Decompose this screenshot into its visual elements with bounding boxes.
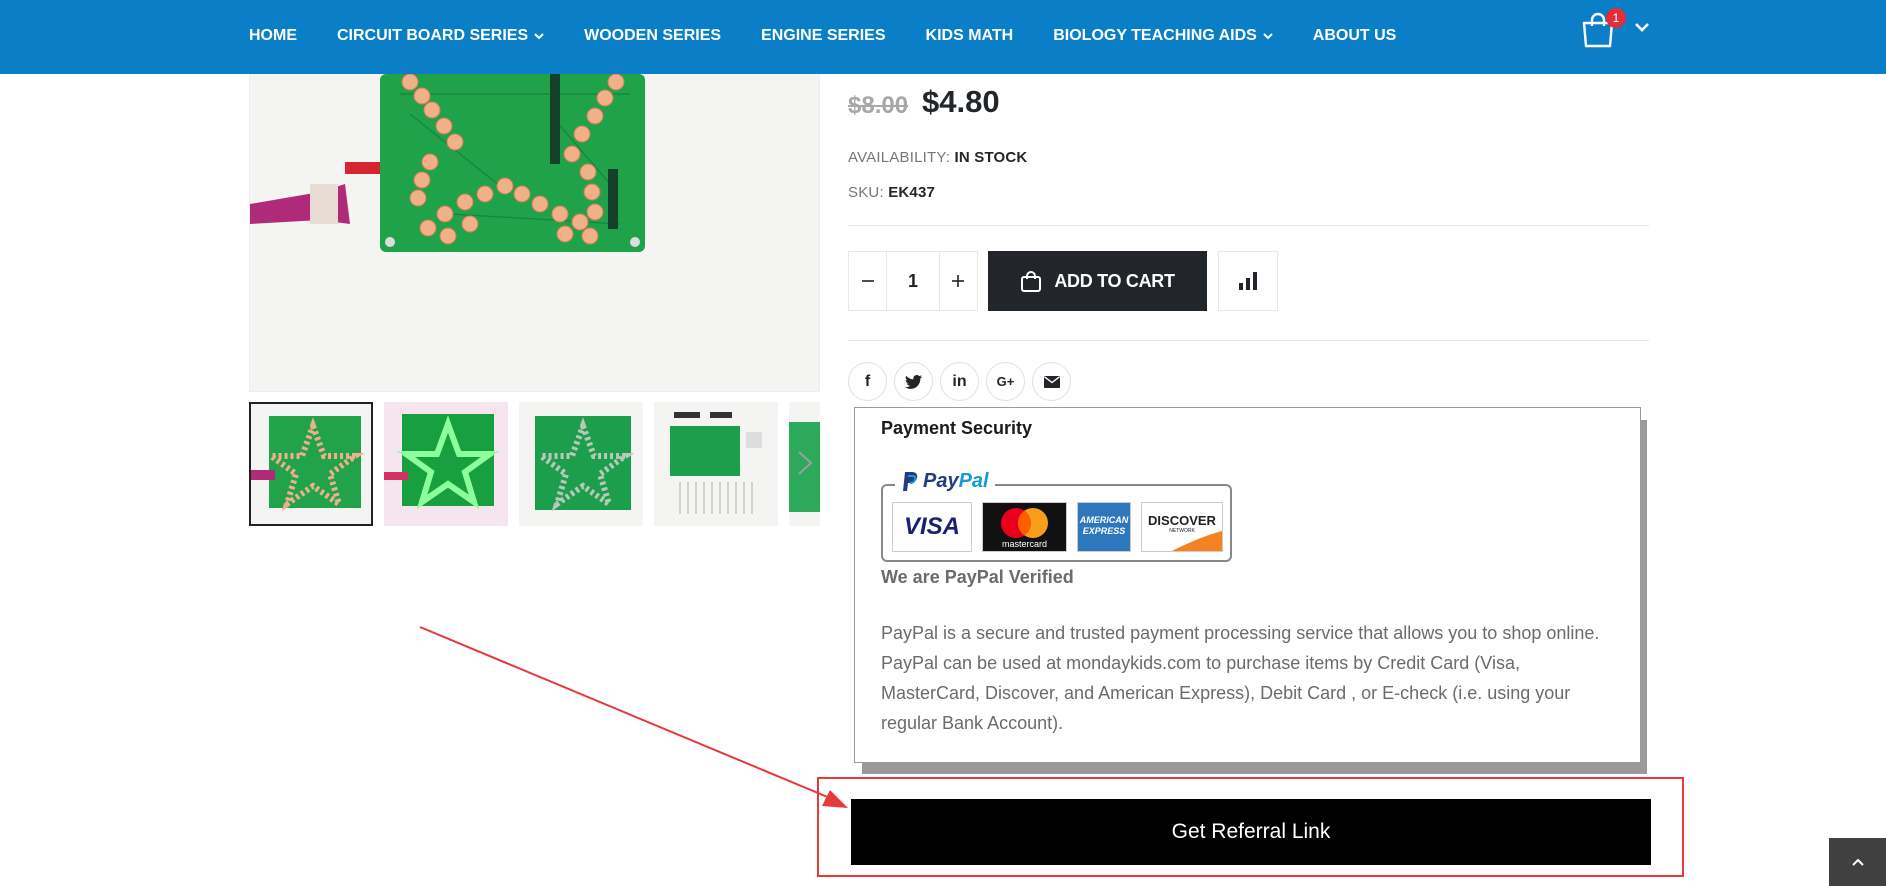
compare-button[interactable] [1218,251,1278,311]
email-share-icon[interactable] [1032,362,1071,401]
old-price: $8.00 [848,92,909,119]
nav-item-label: CIRCUIT BOARD SERIES [337,27,529,44]
sale-price: $4.80 [922,84,1000,119]
twitter-icon [904,374,922,389]
visa-card-icon: VISA [892,502,972,552]
paypal-logo-pal: Pal [958,470,989,492]
thumbnail-3[interactable] [519,402,643,526]
nav-item-home[interactable]: HOME [249,27,297,45]
get-referral-link-button[interactable]: Get Referral Link [851,799,1651,865]
nav-item-label: HOME [249,27,297,44]
product-thumbnails [249,402,820,526]
share-glyph: G+ [996,374,1015,389]
quantity-input[interactable]: 1 [886,252,940,310]
visa-label: VISA [903,513,960,540]
facebook-share-icon[interactable]: f [848,362,887,401]
nav-item-label: BIOLOGY TEACHING AIDS [1053,27,1257,44]
quantity-decrease-button[interactable] [849,252,886,310]
thumbnail-image [384,414,500,510]
amex-card-icon: AMERICAN EXPRESS [1077,502,1131,552]
quantity-increase-button[interactable] [940,252,977,310]
share-glyph: f [864,372,871,390]
quantity-stepper: 1 [848,251,978,311]
discover-label: DISCOVER [1148,513,1216,528]
shopping-bag-icon [1021,271,1042,292]
nav-item-biology-teaching-aids[interactable]: BIOLOGY TEACHING AIDS [1053,27,1273,45]
paypal-p-icon [903,471,918,491]
mastercard-card-icon: mastercard [982,502,1067,552]
nav-item-about-us[interactable]: ABOUT US [1313,27,1397,45]
paypal-logo: Pay Pal [895,470,995,493]
main-nav: HOME CIRCUIT BOARD SERIES WOODEN SERIES … [249,0,1436,72]
plus-icon [952,275,965,287]
paypal-logo-pay: Pay [923,470,959,492]
scroll-to-top-button[interactable] [1829,838,1886,886]
amex-label: AMERICAN EXPRESS [1079,515,1129,536]
divider [848,340,1649,341]
product-main-image[interactable] [249,74,820,392]
nav-item-label: ABOUT US [1312,27,1397,44]
envelope-icon [1043,375,1060,388]
share-glyph: in [952,372,967,390]
paypal-description: PayPal is a secure and trusted payment p… [881,623,1600,733]
nav-item-circuit-board-series[interactable]: CIRCUIT BOARD SERIES [337,27,544,45]
mastercard-label: mastercard [1001,539,1047,549]
availability-value: IN STOCK [954,149,1028,166]
nav-item-engine-series[interactable]: ENGINE SERIES [761,27,885,45]
chevron-down-icon [534,33,544,40]
add-to-cart-button[interactable]: ADD TO CART [988,251,1207,311]
nav-item-label: ENGINE SERIES [761,27,886,44]
twitter-share-icon[interactable] [894,362,933,401]
bar-chart-icon [1239,272,1257,290]
minus-icon [861,280,874,282]
chevron-down-icon[interactable] [1634,22,1650,32]
linkedin-share-icon[interactable]: in [940,362,979,401]
thumbnail-image [670,412,762,514]
availability: AVAILABILITY: IN STOCK [848,149,1027,166]
discover-network-label: NETWORK [1169,528,1195,534]
google-plus-share-icon[interactable]: G+ [986,362,1025,401]
nav-item-label: KIDS MATH [925,27,1014,44]
sku: SKU: EK437 [848,184,935,201]
nav-item-wooden-series[interactable]: WOODEN SERIES [584,27,721,45]
chevron-right-icon[interactable] [795,448,815,478]
thumbnail-4[interactable] [654,402,778,526]
sku-value: EK437 [888,184,936,201]
payment-security-box: Payment Security Pay Pal VISA mastercard … [854,407,1641,763]
availability-label: AVAILABILITY: [848,149,951,166]
cart-count-badge: 1 [1606,8,1626,28]
payment-security-title: Payment Security [881,418,1033,438]
nav-item-kids-math[interactable]: KIDS MATH [926,27,1014,45]
paypal-verified-text: We are PayPal Verified [881,567,1074,587]
discover-card-icon: DISCOVER NETWORK [1141,502,1223,552]
chevron-up-icon [1851,858,1864,866]
sku-label: SKU: [848,184,884,201]
circuit-board-star-photo [250,74,819,391]
thumbnail-1[interactable] [249,402,373,526]
nav-item-label: WOODEN SERIES [584,27,722,44]
thumbnail-image [531,416,635,512]
thumbnail-2[interactable] [384,402,508,526]
chevron-down-icon [1263,33,1273,40]
paypal-verified-badge: Pay Pal VISA mastercard AMERICAN EXPRESS … [881,470,1232,562]
thumbnail-image [251,416,365,512]
divider [848,225,1649,226]
add-to-cart-label: ADD TO CART [1054,270,1175,291]
